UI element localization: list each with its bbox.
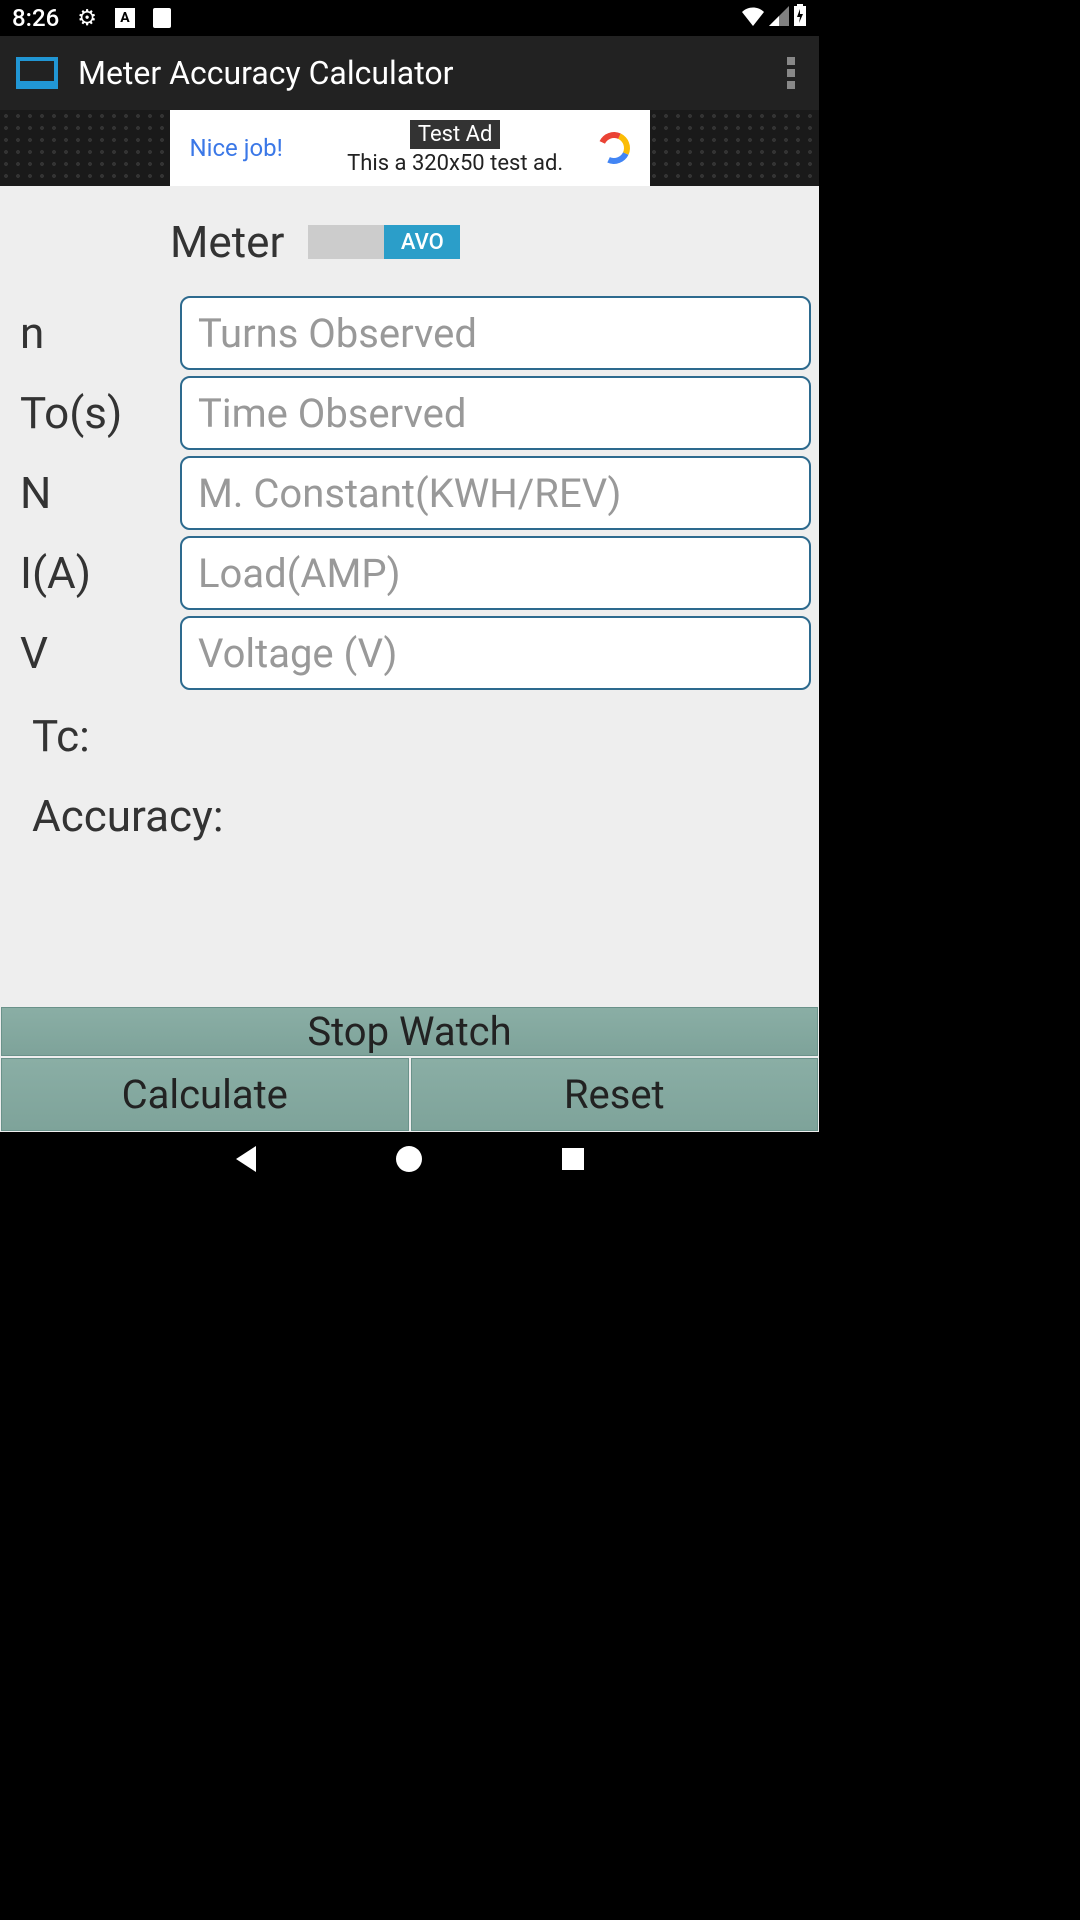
signal-icon bbox=[769, 4, 789, 32]
ad-subtext: This a 320x50 test ad. bbox=[347, 151, 563, 176]
settings-icon: ⚙ bbox=[77, 6, 97, 31]
label-n: n bbox=[20, 307, 180, 359]
input-time-observed[interactable] bbox=[180, 376, 811, 450]
row-turns: n bbox=[20, 296, 811, 370]
stopwatch-button[interactable]: Stop Watch bbox=[1, 1007, 818, 1056]
row-constant: N bbox=[20, 456, 811, 530]
nav-recent-icon[interactable] bbox=[562, 1148, 584, 1170]
content-area: Nice job! Test Ad This a 320x50 test ad.… bbox=[0, 110, 819, 1132]
status-right bbox=[741, 4, 807, 32]
row-time: To(s) bbox=[20, 376, 811, 450]
ad-banner[interactable]: Nice job! Test Ad This a 320x50 test ad. bbox=[0, 110, 819, 186]
more-options-icon[interactable] bbox=[779, 49, 803, 97]
label-N: N bbox=[20, 467, 180, 519]
admob-logo-icon bbox=[593, 127, 634, 168]
input-load[interactable] bbox=[180, 536, 811, 610]
ad-nice-text: Nice job! bbox=[190, 134, 283, 162]
row-load: I(A) bbox=[20, 536, 811, 610]
ad-label: Test Ad bbox=[410, 120, 501, 149]
label-V: V bbox=[20, 627, 180, 679]
result-tc: Tc: bbox=[20, 696, 811, 776]
status-left: 8:26 ⚙ A bbox=[12, 4, 171, 32]
meter-toggle-active: AVO bbox=[384, 225, 460, 259]
calculate-button[interactable]: Calculate bbox=[1, 1058, 409, 1131]
meter-toggle[interactable]: AVO bbox=[308, 225, 460, 259]
input-meter-constant[interactable] bbox=[180, 456, 811, 530]
input-voltage[interactable] bbox=[180, 616, 811, 690]
form-area: Meter AVO n To(s) N I(A) V Tc: Accuracy: bbox=[0, 186, 819, 1007]
result-accuracy: Accuracy: bbox=[20, 776, 811, 856]
nav-bar bbox=[0, 1132, 819, 1186]
meter-toggle-row: Meter AVO bbox=[170, 216, 811, 268]
reset-button[interactable]: Reset bbox=[411, 1058, 819, 1131]
label-to: To(s) bbox=[20, 387, 180, 439]
wifi-icon bbox=[741, 4, 765, 32]
app-title: Meter Accuracy Calculator bbox=[78, 54, 779, 92]
row-voltage: V bbox=[20, 616, 811, 690]
sd-card-icon bbox=[153, 8, 171, 28]
a-icon: A bbox=[115, 8, 135, 28]
status-time: 8:26 bbox=[12, 4, 59, 32]
button-area: Stop Watch Calculate Reset bbox=[0, 1007, 819, 1132]
battery-icon bbox=[793, 4, 807, 32]
app-bar: Meter Accuracy Calculator bbox=[0, 36, 819, 110]
label-I: I(A) bbox=[20, 547, 180, 599]
input-turns-observed[interactable] bbox=[180, 296, 811, 370]
nav-home-icon[interactable] bbox=[396, 1146, 422, 1172]
status-bar: 8:26 ⚙ A bbox=[0, 0, 819, 36]
app-icon bbox=[16, 57, 58, 89]
nav-back-icon[interactable] bbox=[236, 1146, 256, 1172]
meter-label: Meter bbox=[170, 216, 284, 268]
